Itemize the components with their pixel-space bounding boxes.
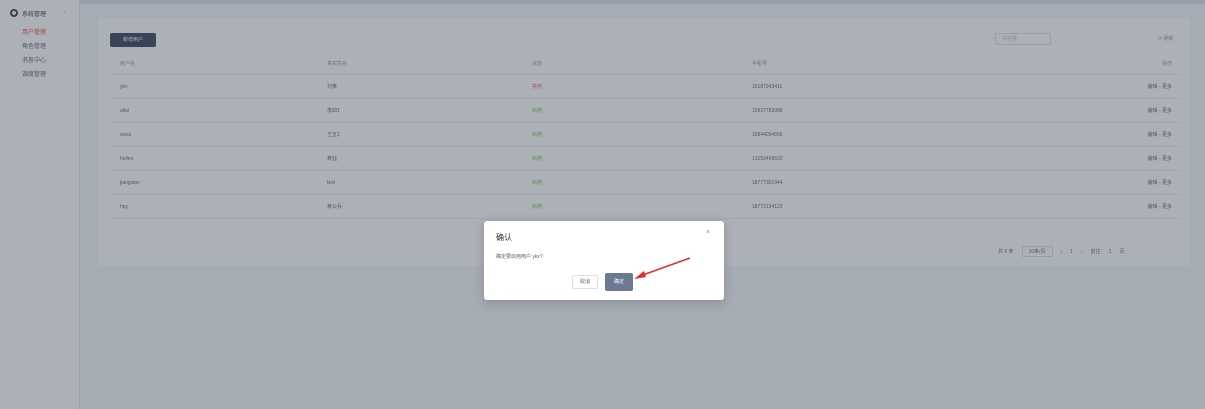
arrow-line [639, 257, 691, 277]
arrow-head [634, 271, 646, 279]
cancel-button[interactable]: 取消 [572, 275, 598, 289]
modal-overlay[interactable] [0, 0, 1205, 409]
close-icon[interactable]: × [706, 229, 710, 236]
confirm-button[interactable]: 确定 [605, 273, 633, 291]
dialog-title: 确认 [496, 233, 512, 242]
dialog-message: 确定要启用用户 ykx? [496, 254, 543, 260]
red-arrow-icon [634, 257, 691, 279]
